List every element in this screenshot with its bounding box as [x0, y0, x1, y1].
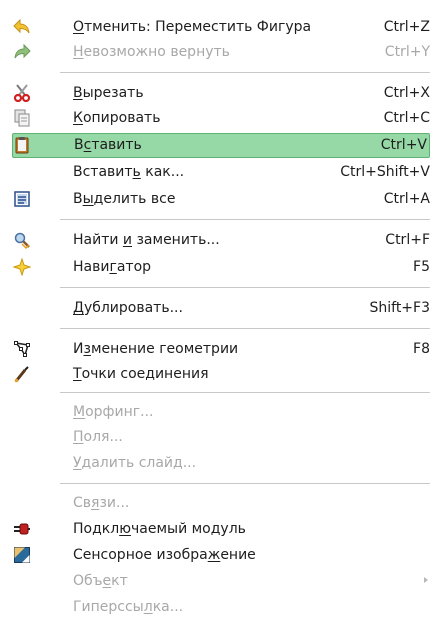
menu-item-shortcut: Shift+F3 [369, 300, 430, 316]
navigator-star-icon [12, 257, 32, 277]
menu-item-label: Точки соединения [73, 366, 209, 382]
menu-separator [60, 328, 430, 329]
menu-item-shortcut: Ctrl+Shift+V [340, 164, 430, 180]
menu-item-cut[interactable]: Вырезать Ctrl+X [12, 81, 430, 106]
menu-item-label: Сенсорное изображение [73, 547, 256, 563]
menu-separator [60, 219, 430, 220]
menu-item-label: Отменить: Переместить Фигура [73, 19, 312, 35]
menu-item-shortcut: Ctrl+C [383, 110, 430, 126]
menu-item-label: Гиперссылка... [73, 599, 184, 615]
clipboard-icon [12, 135, 32, 155]
menu-item-label: Копировать [73, 110, 161, 126]
find-replace-icon [12, 230, 32, 250]
menu-item-redo[interactable]: Невозможно вернуть Ctrl+Y [12, 40, 430, 65]
menu-item-morphing[interactable]: Морфинг... [12, 400, 430, 425]
menu-item-fields[interactable]: Поля... [12, 425, 430, 450]
menu-item-label: Морфинг... [73, 404, 154, 420]
menu-item-shortcut: Ctrl+V [380, 137, 427, 153]
menu-item-paste-special[interactable]: Вставить как... Ctrl+Shift+V [12, 160, 430, 185]
menu-item-object[interactable]: Объект [12, 569, 430, 594]
select-all-icon [12, 189, 32, 209]
menu-item-glue-points[interactable]: Точки соединения [12, 362, 430, 387]
copy-icon [12, 108, 32, 128]
menu-item-label: Вставить как... [73, 164, 185, 180]
menu-item-label: Связи... [73, 495, 130, 511]
menu-item-links[interactable]: Связи... [12, 491, 430, 516]
menu-separator [60, 72, 430, 73]
menu-item-shortcut: Ctrl+X [383, 85, 430, 101]
menu-item-undo[interactable]: Отменить: Переместить Фигура Ctrl+Z [12, 15, 430, 40]
menu-item-label: Изменение геометрии [73, 341, 239, 357]
menu-item-label: Вырезать [73, 85, 144, 101]
edit-menu: Отменить: Переместить Фигура Ctrl+Z Нево… [0, 0, 433, 622]
menu-item-hyperlink[interactable]: Гиперссылка... [12, 595, 430, 620]
menu-item-duplicate[interactable]: Дублировать... Shift+F3 [12, 296, 430, 321]
edit-points-icon [12, 339, 32, 359]
menu-item-label: Объект [73, 573, 128, 589]
menu-item-label: Подключаемый модуль [73, 521, 246, 537]
menu-item-find-replace[interactable]: Найти и заменить... Ctrl+F [12, 228, 430, 253]
menu-item-shortcut: Ctrl+Z [383, 19, 430, 35]
menu-item-label: Навигатор [73, 259, 152, 275]
plugin-icon [12, 519, 32, 539]
menu-separator [60, 287, 430, 288]
redo-arrow-icon [12, 42, 32, 62]
menu-item-navigator[interactable]: Навигатор F5 [12, 255, 430, 280]
undo-arrow-icon [12, 17, 32, 37]
menu-item-image-map[interactable]: Сенсорное изображение [12, 543, 430, 568]
menu-separator [60, 483, 430, 484]
menu-item-edit-points[interactable]: Изменение геометрии F8 [12, 337, 430, 362]
image-map-icon [12, 545, 32, 565]
menu-item-label: Поля... [73, 429, 123, 445]
menu-item-label: Выделить все [73, 191, 176, 207]
menu-separator [60, 392, 430, 393]
menu-item-copy[interactable]: Копировать Ctrl+C [12, 106, 430, 131]
menu-item-shortcut: Ctrl+Y [384, 44, 430, 60]
menu-item-label: Удалить слайд... [73, 455, 197, 471]
menu-item-shortcut: Ctrl+F [385, 232, 430, 248]
menu-item-label: Найти и заменить... [73, 232, 220, 248]
menu-item-plugin[interactable]: Подключаемый модуль [12, 517, 430, 542]
menu-item-delete-slide[interactable]: Удалить слайд... [12, 451, 430, 476]
menu-item-select-all[interactable]: Выделить все Ctrl+A [12, 187, 430, 212]
scissors-icon [12, 83, 32, 103]
menu-item-label: Невозможно вернуть [73, 44, 230, 60]
menu-item-label: Дублировать... [73, 300, 183, 316]
menu-item-label: Вставить [74, 137, 142, 153]
glue-points-icon [12, 364, 32, 384]
menu-item-shortcut: Ctrl+A [383, 191, 430, 207]
menu-item-shortcut: F5 [413, 259, 430, 275]
menu-item-paste[interactable]: Вставить Ctrl+V [12, 133, 430, 158]
submenu-arrow-icon [424, 577, 428, 583]
menu-item-shortcut: F8 [413, 341, 430, 357]
